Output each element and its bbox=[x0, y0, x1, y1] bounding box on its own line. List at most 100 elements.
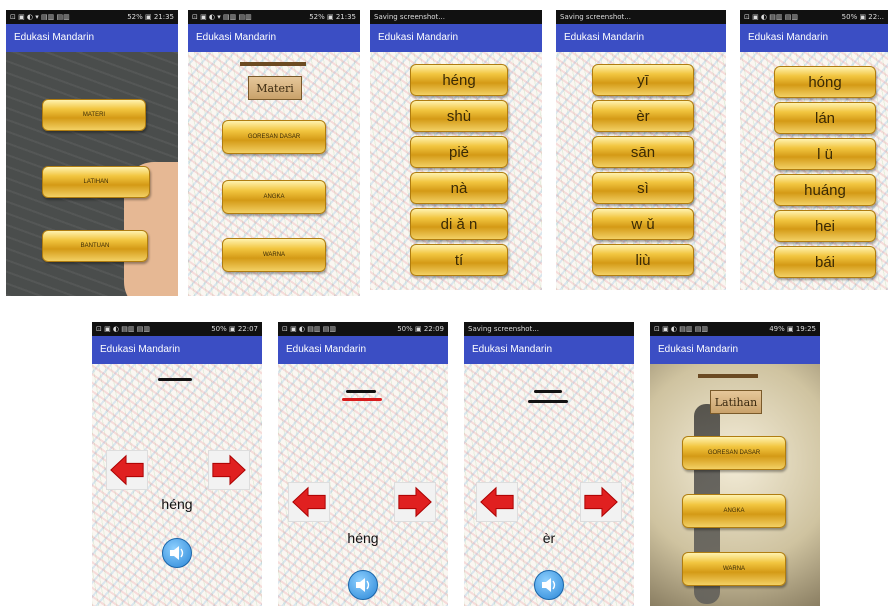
speaker-icon bbox=[356, 578, 370, 592]
prev-button[interactable] bbox=[288, 482, 330, 522]
app-title: Edukasi Mandarin bbox=[740, 24, 888, 52]
color-item[interactable]: l ü bbox=[774, 138, 876, 170]
angka-button[interactable]: ANGKA bbox=[222, 180, 326, 214]
stroke-item[interactable]: nà bbox=[410, 172, 508, 204]
next-button[interactable] bbox=[394, 482, 436, 522]
screen-latihan-menu: ⊡ ▣ ◐ ▤▥ ▤▥ 49% ▣ 19:25 Edukasi Mandarin … bbox=[650, 322, 820, 606]
stroke-item[interactable]: di ǎ n bbox=[410, 208, 508, 240]
status-icons: ⊡ ▣ ◐ ▾ ▤▥ ▤▥ bbox=[10, 13, 70, 21]
status-icons: ⊡ ▣ ◐ ▤▥ ▤▥ bbox=[282, 325, 336, 333]
content-area: Materi GORESAN DASAR ANGKA WARNA bbox=[188, 52, 360, 296]
app-title: Edukasi Mandarin bbox=[556, 24, 726, 52]
speaker-icon bbox=[542, 578, 556, 592]
goresan-dasar-button[interactable]: GORESAN DASAR bbox=[222, 120, 326, 154]
warna-button[interactable]: WARNA bbox=[222, 238, 326, 272]
speaker-icon bbox=[170, 546, 184, 560]
status-time: 52% ▣ 21:35 bbox=[127, 13, 174, 21]
color-item[interactable]: hei bbox=[774, 210, 876, 242]
status-bar: ⊡ ▣ ◐ ▤▥ ▤▥ 50% ▣ 22:.. bbox=[740, 10, 888, 24]
next-button[interactable] bbox=[580, 482, 622, 522]
status-icons: ⊡ ▣ ◐ ▤▥ ▤▥ bbox=[654, 325, 708, 333]
materi-button[interactable]: MATERI bbox=[42, 99, 146, 131]
status-notice: Saving screenshot... bbox=[468, 325, 539, 333]
left-arrow-icon bbox=[110, 454, 144, 486]
status-bar: ⊡ ▣ ◐ ▤▥ ▤▥ 49% ▣ 19:25 bbox=[650, 322, 820, 336]
right-arrow-icon bbox=[398, 486, 432, 518]
color-item[interactable]: lán bbox=[774, 102, 876, 134]
screen-number-detail-er: Saving screenshot... Edukasi Mandarin èr bbox=[464, 322, 634, 606]
status-bar: Saving screenshot... bbox=[464, 322, 634, 336]
status-bar: Saving screenshot... bbox=[370, 10, 542, 24]
stroke-item[interactable]: tí bbox=[410, 244, 508, 276]
speaker-button[interactable] bbox=[162, 538, 192, 568]
warna-button[interactable]: WARNA bbox=[682, 552, 786, 586]
number-item[interactable]: èr bbox=[592, 100, 694, 132]
color-item[interactable]: bái bbox=[774, 246, 876, 278]
left-arrow-icon bbox=[480, 486, 514, 518]
app-title: Edukasi Mandarin bbox=[6, 24, 178, 52]
color-item[interactable]: hóng bbox=[774, 66, 876, 98]
prev-button[interactable] bbox=[106, 450, 148, 490]
pinyin-word: èr bbox=[542, 530, 556, 546]
app-title: Edukasi Mandarin bbox=[188, 24, 360, 52]
screen-stroke-detail-heng-animated: ⊡ ▣ ◐ ▤▥ ▤▥ 50% ▣ 22:09 Edukasi Mandarin … bbox=[278, 322, 448, 606]
content-area: yī èr sān sì w ǔ liù bbox=[556, 52, 726, 290]
content-area: héng bbox=[92, 364, 262, 606]
status-bar: Saving screenshot... bbox=[556, 10, 726, 24]
sign-post bbox=[240, 62, 306, 66]
right-arrow-icon bbox=[584, 486, 618, 518]
number-item[interactable]: yī bbox=[592, 64, 694, 96]
status-time: 50% ▣ 22:.. bbox=[841, 13, 884, 21]
goresan-dasar-button[interactable]: GORESAN DASAR bbox=[682, 436, 786, 470]
app-title: Edukasi Mandarin bbox=[92, 336, 262, 364]
bantuan-button[interactable]: BANTUAN bbox=[42, 230, 148, 262]
chalkboard-background: MATERI LATIHAN BANTUAN bbox=[6, 52, 178, 296]
prev-button[interactable] bbox=[476, 482, 518, 522]
number-item[interactable]: liù bbox=[592, 244, 694, 276]
screen-numbers-list: Saving screenshot... Edukasi Mandarin yī… bbox=[556, 10, 726, 290]
status-time: 52% ▣ 21:35 bbox=[309, 13, 356, 21]
next-button[interactable] bbox=[208, 450, 250, 490]
speaker-button[interactable] bbox=[348, 570, 378, 600]
stroke-item[interactable]: héng bbox=[410, 64, 508, 96]
status-bar: ⊡ ▣ ◐ ▤▥ ▤▥ 50% ▣ 22:07 bbox=[92, 322, 262, 336]
app-title: Edukasi Mandarin bbox=[370, 24, 542, 52]
status-time: 50% ▣ 22:07 bbox=[211, 325, 258, 333]
character-stroke-top bbox=[534, 390, 562, 393]
number-item[interactable]: w ǔ bbox=[592, 208, 694, 240]
character-stroke-bottom bbox=[528, 400, 568, 403]
right-arrow-icon bbox=[212, 454, 246, 486]
color-item[interactable]: huáng bbox=[774, 174, 876, 206]
materi-sign: Materi bbox=[248, 76, 302, 100]
screen-materi-menu: ⊡ ▣ ◐ ▾ ▤▥ ▤▥ 52% ▣ 21:35 Edukasi Mandari… bbox=[188, 10, 360, 296]
content-area: Latihan GORESAN DASAR ANGKA WARNA bbox=[650, 364, 820, 606]
angka-button[interactable]: ANGKA bbox=[682, 494, 786, 528]
status-icons: ⊡ ▣ ◐ ▾ ▤▥ ▤▥ bbox=[192, 13, 252, 21]
status-bar: ⊡ ▣ ◐ ▾ ▤▥ ▤▥ 52% ▣ 21:35 bbox=[6, 10, 178, 24]
number-item[interactable]: sān bbox=[592, 136, 694, 168]
latihan-button[interactable]: LATIHAN bbox=[42, 166, 150, 198]
number-item[interactable]: sì bbox=[592, 172, 694, 204]
stroke-heng bbox=[158, 378, 192, 381]
status-notice: Saving screenshot... bbox=[374, 13, 445, 21]
pinyin-word: héng bbox=[347, 530, 379, 546]
screen-strokes-list: Saving screenshot... Edukasi Mandarin hé… bbox=[370, 10, 542, 290]
content-area: hóng lán l ü huáng hei bái bbox=[740, 52, 888, 290]
left-arrow-icon bbox=[292, 486, 326, 518]
status-notice: Saving screenshot... bbox=[560, 13, 631, 21]
content-area: héng shù piě nà di ǎ n tí bbox=[370, 52, 542, 290]
status-time: 50% ▣ 22:09 bbox=[397, 325, 444, 333]
screen-main-menu: ⊡ ▣ ◐ ▾ ▤▥ ▤▥ 52% ▣ 21:35 Edukasi Mandari… bbox=[6, 10, 178, 296]
status-icons: ⊡ ▣ ◐ ▤▥ ▤▥ bbox=[744, 13, 798, 21]
app-title: Edukasi Mandarin bbox=[464, 336, 634, 364]
app-title: Edukasi Mandarin bbox=[278, 336, 448, 364]
pinyin-word: héng bbox=[161, 496, 193, 512]
app-title: Edukasi Mandarin bbox=[650, 336, 820, 364]
stroke-item[interactable]: shù bbox=[410, 100, 508, 132]
speaker-button[interactable] bbox=[534, 570, 564, 600]
content-area: èr bbox=[464, 364, 634, 606]
stroke-item[interactable]: piě bbox=[410, 136, 508, 168]
content-area: héng bbox=[278, 364, 448, 606]
sign-post bbox=[698, 374, 758, 378]
latihan-sign: Latihan bbox=[710, 390, 762, 414]
